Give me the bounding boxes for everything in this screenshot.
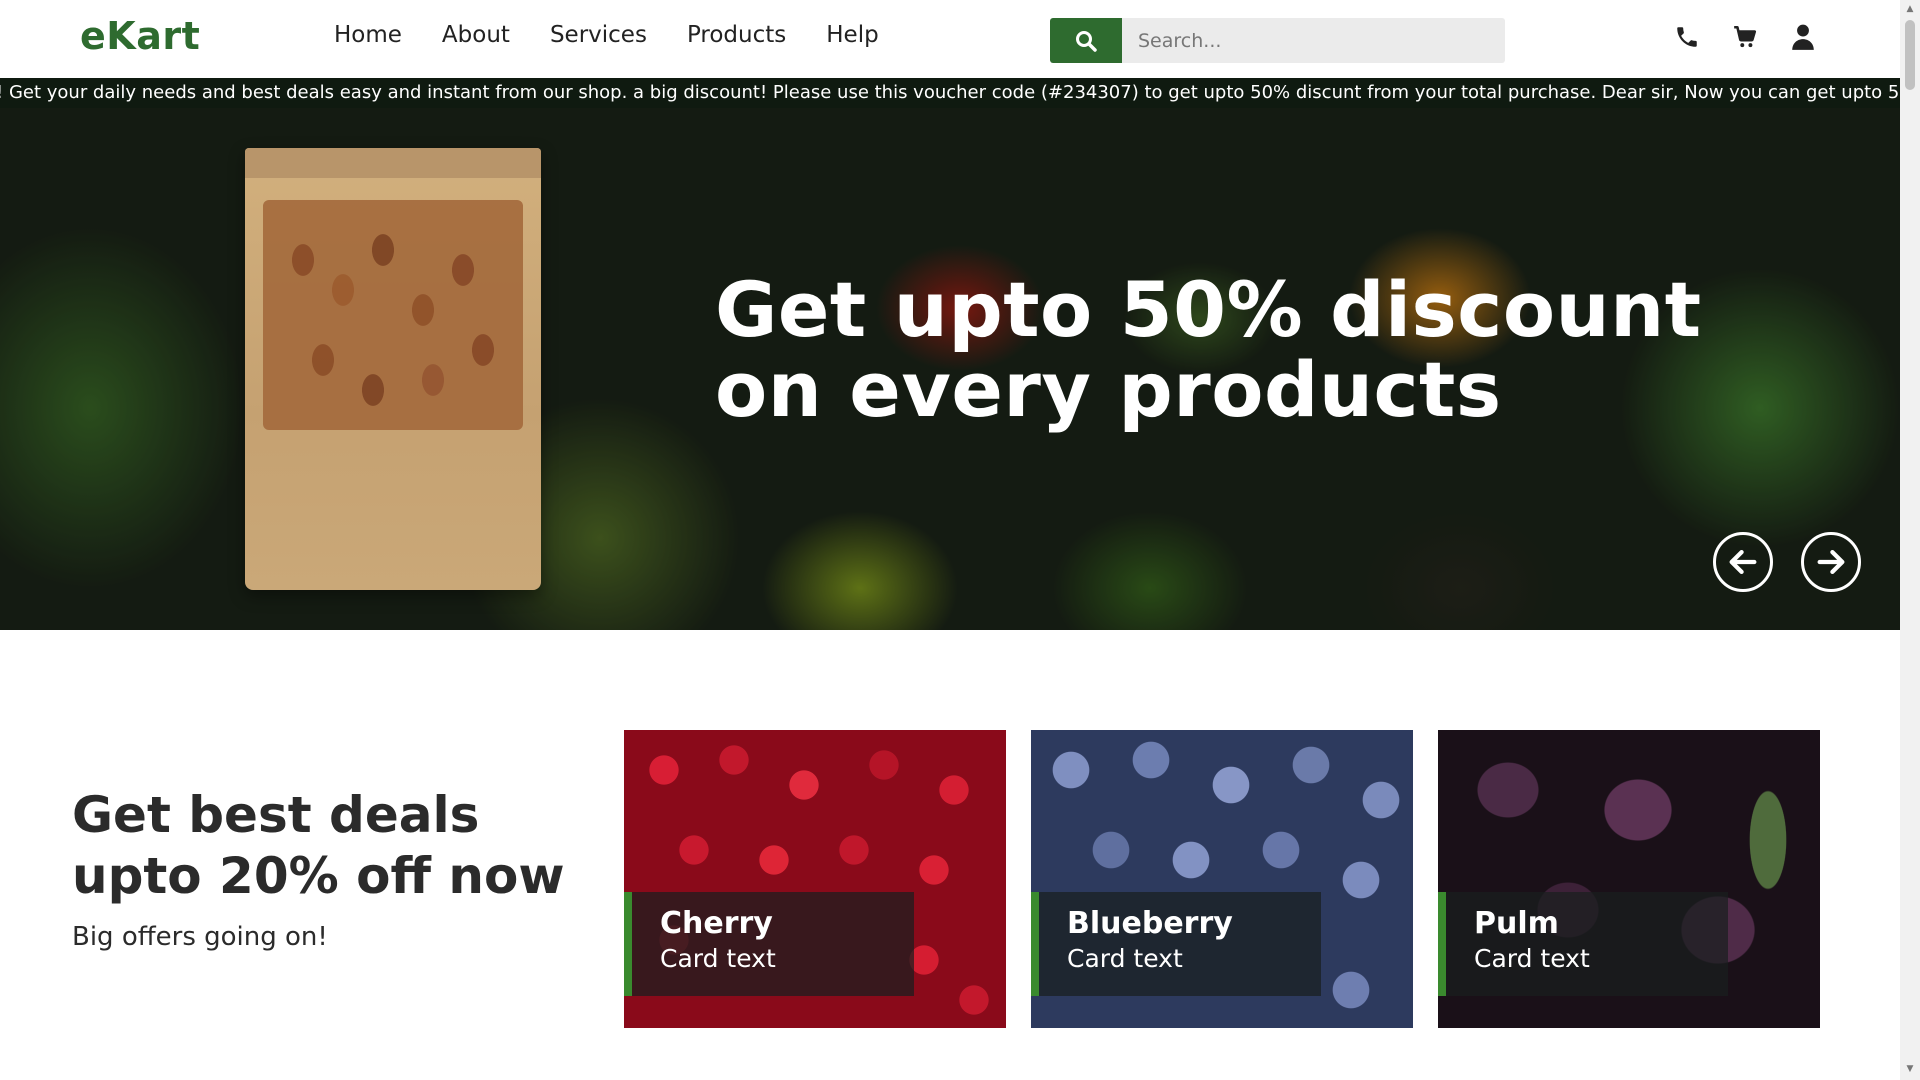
- product-card-cherry[interactable]: Cherry Card text: [624, 730, 1006, 1028]
- deals-heading: Get best deals upto 20% off now: [72, 786, 565, 905]
- card-title: Cherry: [660, 906, 773, 941]
- nav-about[interactable]: About: [442, 22, 510, 48]
- main-nav: Home About Services Products Help: [334, 22, 879, 48]
- cart-icon[interactable]: [1732, 22, 1758, 52]
- scroll-down-icon[interactable]: ▼: [1905, 1064, 1915, 1074]
- page-scrollbar[interactable]: ▲ ▼: [1900, 0, 1920, 1080]
- product-card-pulm[interactable]: Pulm Card text: [1438, 730, 1820, 1028]
- search-icon: [1076, 30, 1097, 52]
- card-text: Card text: [1474, 944, 1590, 973]
- arrow-right-icon: [1817, 549, 1845, 575]
- logo[interactable]: eKart: [80, 14, 200, 58]
- deals-subheading: Big offers going on!: [72, 922, 328, 952]
- header-icons: [1674, 22, 1816, 52]
- site-header: eKart Home About Services Products Help: [0, 0, 1900, 78]
- card-title: Blueberry: [1067, 906, 1233, 941]
- product-card-blueberry[interactable]: Blueberry Card text: [1031, 730, 1413, 1028]
- nav-products[interactable]: Products: [687, 22, 786, 48]
- card-caption: Blueberry Card text: [1031, 892, 1321, 996]
- hero-prev-button[interactable]: [1713, 532, 1773, 592]
- almond-bag-image: [245, 148, 541, 590]
- bag-window: [263, 200, 523, 430]
- nav-help[interactable]: Help: [826, 22, 878, 48]
- card-text: Card text: [1067, 944, 1183, 973]
- bag-seal: [245, 148, 541, 178]
- nav-home[interactable]: Home: [334, 22, 402, 48]
- hero-next-button[interactable]: [1801, 532, 1861, 592]
- search-input[interactable]: [1122, 18, 1505, 63]
- card-title: Pulm: [1474, 906, 1559, 941]
- card-caption: Pulm Card text: [1438, 892, 1728, 996]
- card-caption: Cherry Card text: [624, 892, 914, 996]
- search-button[interactable]: [1050, 18, 1122, 63]
- user-icon[interactable]: [1790, 22, 1816, 52]
- hero-title: Get upto 50% discount on every products: [715, 265, 1702, 434]
- card-text: Card text: [660, 944, 776, 973]
- search-bar: [1050, 18, 1505, 63]
- scroll-up-icon[interactable]: ▲: [1905, 4, 1915, 14]
- scrollbar-thumb[interactable]: [1905, 20, 1915, 90]
- nav-services[interactable]: Services: [550, 22, 647, 48]
- arrow-left-icon: [1729, 549, 1757, 575]
- ticker-text: ! Get your daily needs and best deals ea…: [0, 82, 1900, 103]
- announcement-ticker: ! Get your daily needs and best deals ea…: [0, 78, 1900, 108]
- phone-icon[interactable]: [1674, 22, 1700, 52]
- hero-banner: Get upto 50% discount on every products: [0, 108, 1900, 630]
